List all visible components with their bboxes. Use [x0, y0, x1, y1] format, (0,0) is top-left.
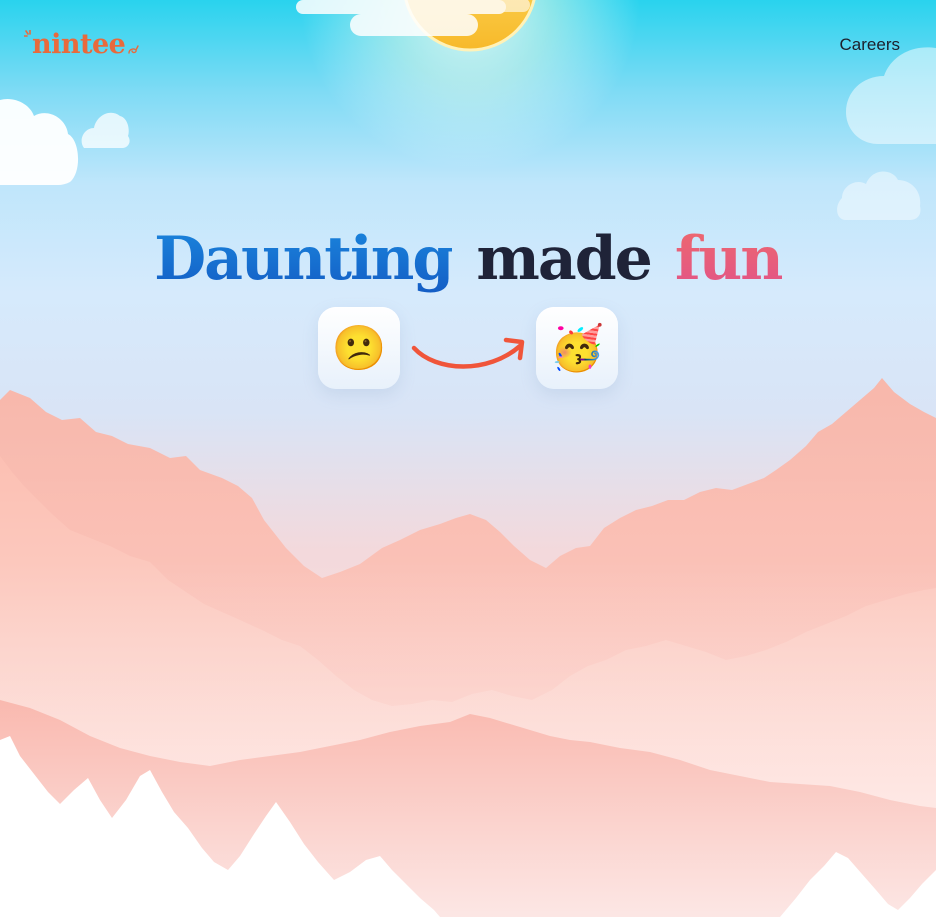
- confused-face-icon: 😕: [331, 324, 387, 373]
- background-scenery: [0, 0, 936, 917]
- nav-careers-link[interactable]: Careers: [840, 35, 900, 55]
- brand-name: nintee: [32, 29, 126, 60]
- confused-face-tile: 😕: [318, 307, 400, 389]
- curved-arrow-icon: [411, 337, 525, 369]
- logo-swirl-icon: [128, 45, 140, 54]
- hero-headline: Daunting made fun: [0, 216, 936, 302]
- party-face-tile: 🥳: [536, 307, 618, 389]
- logo-spark-icon: [24, 30, 31, 37]
- headline-word-fun: fun: [675, 216, 784, 302]
- cloud-right-mid: [837, 171, 921, 220]
- cloud-left-small: [81, 112, 130, 148]
- cloud-right-top: [846, 47, 936, 145]
- headline-word-made: made: [476, 224, 652, 294]
- party-face-icon: 🥳: [549, 324, 605, 373]
- brand-logo[interactable]: nintee: [24, 28, 140, 62]
- cloud-left-large: [0, 98, 79, 185]
- headline-word-daunting: Daunting: [154, 216, 454, 302]
